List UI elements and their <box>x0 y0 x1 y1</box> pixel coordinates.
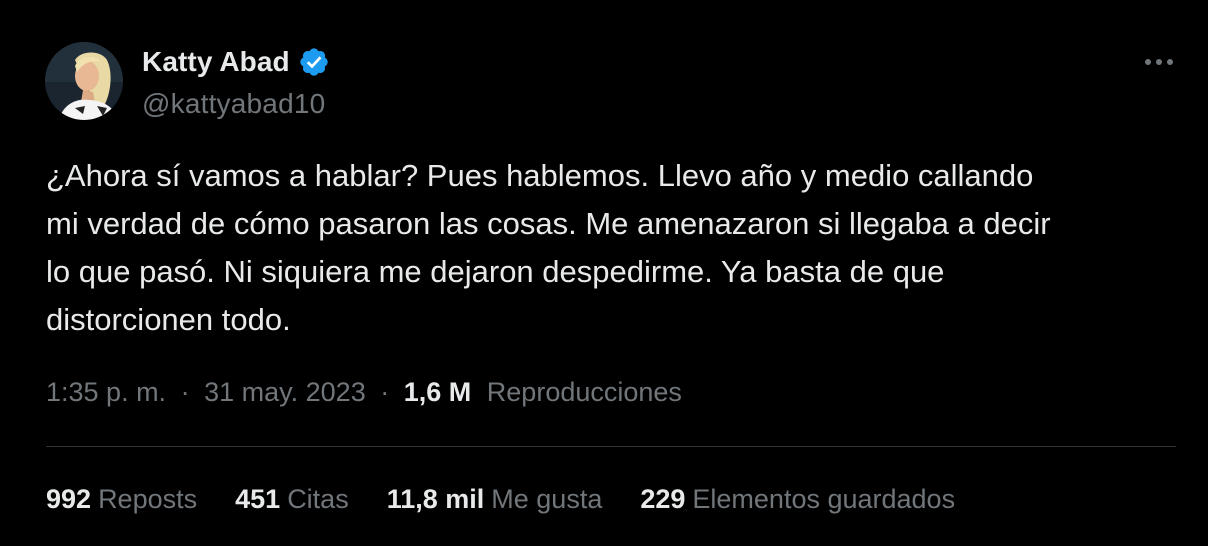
views-label: Reproducciones <box>486 377 682 407</box>
reposts-stat[interactable]: 992 Reposts <box>46 484 197 515</box>
meta-separator: · <box>180 377 190 407</box>
tweet-text: ¿Ahora sí vamos a hablar? Pues hablemos.… <box>46 158 1051 337</box>
likes-count: 11,8 mil <box>386 484 485 514</box>
reposts-count: 992 <box>46 484 92 514</box>
quotes-label: Citas <box>287 484 349 514</box>
display-name[interactable]: Katty Abad <box>142 46 290 78</box>
likes-label: Me gusta <box>491 484 603 514</box>
tweet-time[interactable]: 1:35 p. m. <box>46 377 166 407</box>
bookmarks-count: 229 <box>640 484 686 514</box>
bookmarks-label: Elementos guardados <box>692 484 956 514</box>
avatar-photo <box>45 42 123 120</box>
verified-badge-icon[interactable] <box>298 46 330 78</box>
tweet-meta: 1:35 p. m. · 31 may. 2023 · 1,6 M Reprod… <box>46 377 682 408</box>
author-info: Katty Abad @kattyabad10 <box>142 44 330 120</box>
quotes-stat[interactable]: 451 Citas <box>235 484 349 515</box>
reposts-label: Reposts <box>98 484 198 514</box>
name-row: Katty Abad <box>142 44 330 80</box>
user-handle[interactable]: @kattyabad10 <box>142 88 330 120</box>
quotes-count: 451 <box>235 484 281 514</box>
avatar[interactable] <box>45 42 123 120</box>
meta-separator: · <box>380 377 390 407</box>
tweet: Katty Abad @kattyabad10 ¿Ahora sí vamos … <box>0 0 1208 546</box>
engagement-stats: 992 Reposts 451 Citas 11,8 mil Me gusta 229… <box>46 484 993 515</box>
likes-stat[interactable]: 11,8 mil Me gusta <box>387 484 603 515</box>
bookmarks-stat[interactable]: 229 Elementos guardados <box>640 484 955 515</box>
tweet-date[interactable]: 31 may. 2023 <box>204 377 366 407</box>
more-options-icon <box>1145 59 1173 65</box>
divider <box>46 446 1176 447</box>
more-options-button[interactable] <box>1140 50 1178 74</box>
views-count: 1,6 M <box>403 377 472 407</box>
